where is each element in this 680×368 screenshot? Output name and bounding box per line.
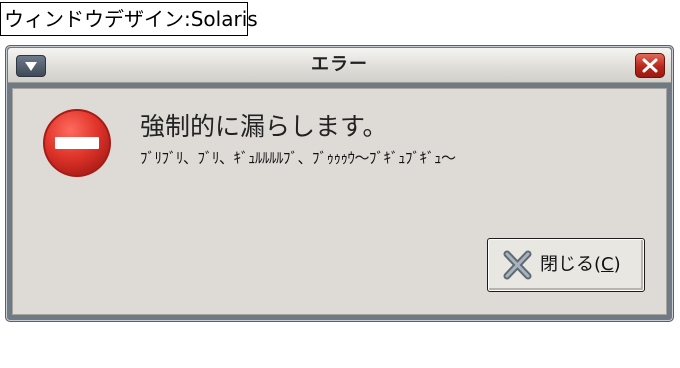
dialog-content: 強制的に漏らします。 ﾌﾞﾘﾌﾞﾘ、ﾌﾞﾘ、ｷﾞｭﾙﾙﾙﾙﾌﾞ、ﾌﾞｩｩｩｳ〜ﾌ… <box>12 88 667 315</box>
close-dialog-button[interactable]: 閉じる(C) <box>487 238 645 292</box>
window-close-button[interactable] <box>635 53 665 78</box>
close-x-icon <box>503 250 532 280</box>
close-button-label: 閉じる(C) <box>540 239 621 291</box>
close-button-text: 閉じる( <box>540 254 602 275</box>
window-title: エラー <box>311 54 368 75</box>
close-icon <box>642 58 658 73</box>
error-detail: ﾌﾞﾘﾌﾞﾘ、ﾌﾞﾘ、ｷﾞｭﾙﾙﾙﾙﾌﾞ、ﾌﾞｩｩｩｳ〜ﾌﾞｷﾞｭﾌﾞｷﾞｭ〜 <box>140 149 456 167</box>
stop-icon <box>43 109 111 177</box>
close-button-mnemonic: C <box>601 254 614 275</box>
error-dialog-window: エラー 強制的に漏らします。 ﾌﾞﾘﾌﾞﾘ、ﾌﾞﾘ、ｷﾞｭﾙﾙﾙﾙﾌﾞ、ﾌﾞｩｩ… <box>5 45 674 322</box>
error-message: 強制的に漏らします。 <box>140 112 388 141</box>
title-bar[interactable]: エラー <box>8 48 671 83</box>
close-button-text-end: ) <box>613 254 621 275</box>
caption-label: ウィンドウデザイン:Solaris <box>0 2 258 36</box>
